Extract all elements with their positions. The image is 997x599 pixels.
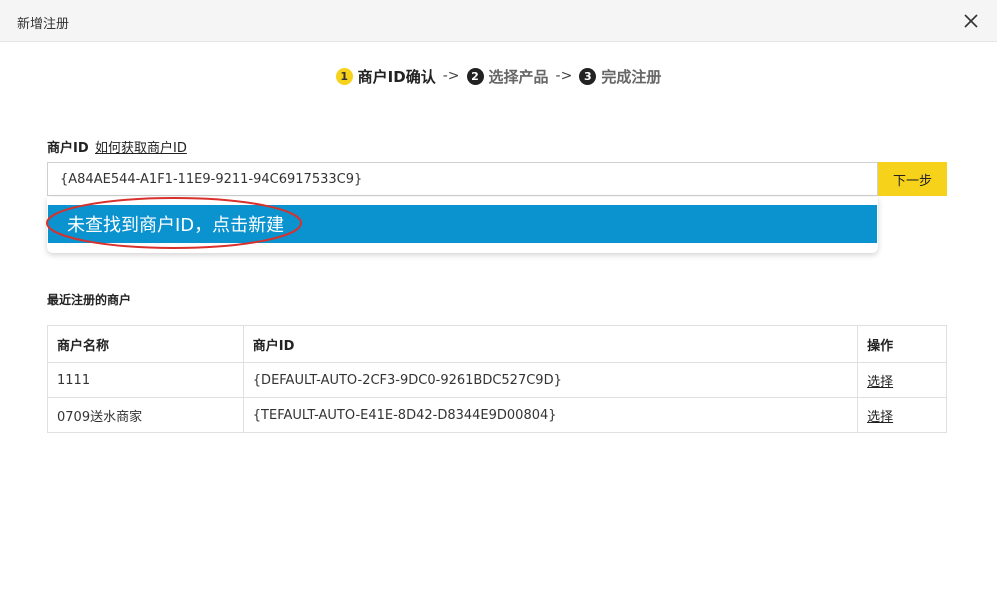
- action-cell: 选择: [857, 362, 947, 398]
- action-cell: 选择: [857, 397, 947, 433]
- step-indicator: 1 商户ID确认 -> 2 选择产品 -> 3 完成注册: [0, 64, 997, 88]
- merchant-id-input[interactable]: [47, 162, 878, 196]
- table-row: 0709送水商家 {TEFAULT-AUTO-E41E-8D42-D8344E9…: [47, 397, 947, 433]
- table-header-row: 商户名称 商户ID 操作: [47, 325, 947, 363]
- recent-merchants-title: 最近注册的商户: [47, 293, 132, 307]
- header-action: 操作: [857, 325, 947, 363]
- header-merchant-name: 商户名称: [47, 325, 244, 363]
- close-icon[interactable]: [962, 12, 980, 30]
- header-merchant-id: 商户ID: [242, 325, 859, 363]
- register-dialog: 新增注册 1 商户ID确认 -> 2 选择产品 -> 3 完成注册 商户ID 如…: [0, 0, 997, 599]
- step-1-number: 1: [335, 67, 353, 85]
- create-new-merchant-option[interactable]: 未查找到商户ID，点击新建: [48, 205, 877, 243]
- dialog-titlebar: 新增注册: [0, 0, 997, 42]
- step-arrow: ->: [442, 68, 460, 84]
- next-step-button[interactable]: 下一步: [878, 162, 947, 196]
- merchant-id-cell: {DEFAULT-AUTO-2CF3-9DC0-9261BDC527C9D}: [242, 362, 859, 398]
- step-3-label: 完成注册: [601, 67, 662, 86]
- step-1: 1 商户ID确认: [335, 66, 436, 87]
- step-3-number: 3: [579, 67, 597, 85]
- merchant-id-label: 商户ID: [47, 141, 89, 156]
- dialog-title: 新增注册: [17, 17, 70, 32]
- merchant-name-cell: 1111: [47, 362, 244, 398]
- step-2: 2 选择产品: [466, 66, 549, 87]
- step-arrow: ->: [555, 68, 573, 84]
- suggestion-dropdown: 未查找到商户ID，点击新建: [47, 197, 878, 253]
- step-3: 3 完成注册: [579, 66, 661, 87]
- select-link[interactable]: 选择: [867, 375, 893, 390]
- merchant-id-cell: {TEFAULT-AUTO-E41E-8D42-D8344E9D00804}: [242, 397, 859, 433]
- step-2-number: 2: [466, 67, 484, 85]
- recent-merchants-table: 商户名称 商户ID 操作 1111 {DEFAULT-AUTO-2CF3-9DC…: [47, 325, 947, 433]
- merchant-name-cell: 0709送水商家: [47, 397, 244, 433]
- step-2-label: 选择产品: [488, 67, 549, 86]
- select-link[interactable]: 选择: [867, 410, 893, 425]
- step-1-label: 商户ID确认: [357, 67, 436, 86]
- how-to-get-id-link[interactable]: 如何获取商户ID: [95, 137, 187, 156]
- table-row: 1111 {DEFAULT-AUTO-2CF3-9DC0-9261BDC527C…: [47, 362, 947, 398]
